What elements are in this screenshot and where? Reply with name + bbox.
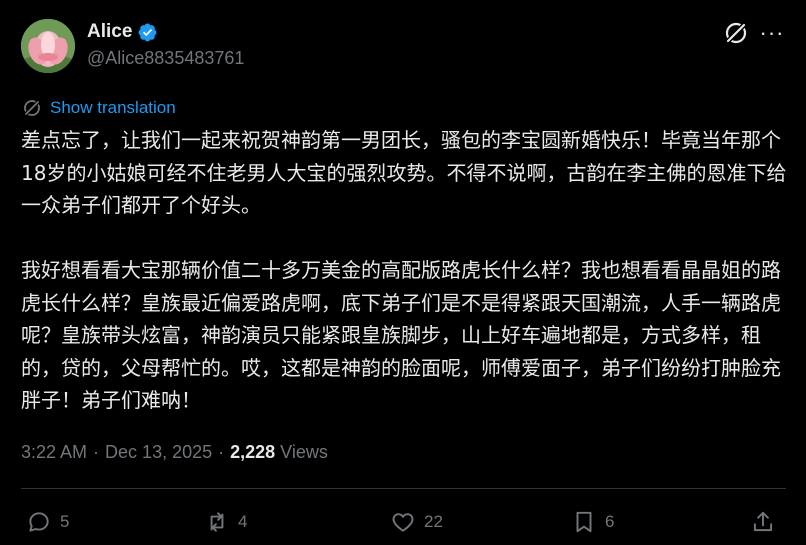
repost-icon [210,512,224,532]
reply-count: 5 [60,512,70,531]
post-text: 差点忘了，让我们一起来祝贺神韵第一男团长，骚包的李宝圆新婚快乐！毕竟当年那个18… [21,124,787,417]
post-meta: 3:22 AM · Dec 13, 2025 · 2,228 Views [21,440,328,464]
lotus-flower-icon [21,19,75,73]
avatar[interactable] [21,19,75,73]
like-button[interactable]: 22 [390,506,443,538]
bookmark-count: 6 [605,512,615,531]
share-button[interactable] [750,506,776,538]
bookmark-icon [576,511,592,533]
author-name-row[interactable]: Alice [87,20,158,44]
translate-icon [23,99,41,117]
post: Alice @Alice8835483761 ··· Show translat… [0,0,806,545]
meta-separator: · [218,441,225,462]
like-count: 22 [424,512,443,531]
views-count[interactable]: 2,228 [230,442,275,463]
post-date[interactable]: Dec 13, 2025 [105,442,212,463]
divider [21,488,786,489]
post-paragraph-2: 我好想看看大宝那辆价值二十多万美金的高配版路虎长什么样？我也想看看晶晶姐的路虎长… [21,258,781,412]
post-paragraph-1: 差点忘了，让我们一起来祝贺神韵第一男团长，骚包的李宝圆新婚快乐！毕竟当年那个18… [21,128,787,217]
reply-icon [29,512,49,532]
share-icon [753,511,773,532]
bookmark-button[interactable]: 6 [571,506,614,538]
grok-icon[interactable] [723,20,749,46]
show-translation-label[interactable]: Show translation [50,98,176,118]
show-translation-link[interactable]: Show translation [22,97,176,119]
reply-button[interactable]: 5 [26,506,69,538]
author-handle[interactable]: @Alice8835483761 [87,48,244,69]
action-bar: 5 4 22 6 [0,506,806,538]
heart-icon [392,513,414,532]
post-time[interactable]: 3:22 AM [21,442,87,463]
meta-separator: · [93,441,100,462]
more-options-button[interactable]: ··· [758,20,786,46]
repost-count: 4 [238,512,248,531]
verified-badge-icon[interactable] [137,22,158,43]
views-label: Views [280,441,328,462]
display-name[interactable]: Alice [87,21,132,43]
repost-button[interactable]: 4 [204,506,247,538]
